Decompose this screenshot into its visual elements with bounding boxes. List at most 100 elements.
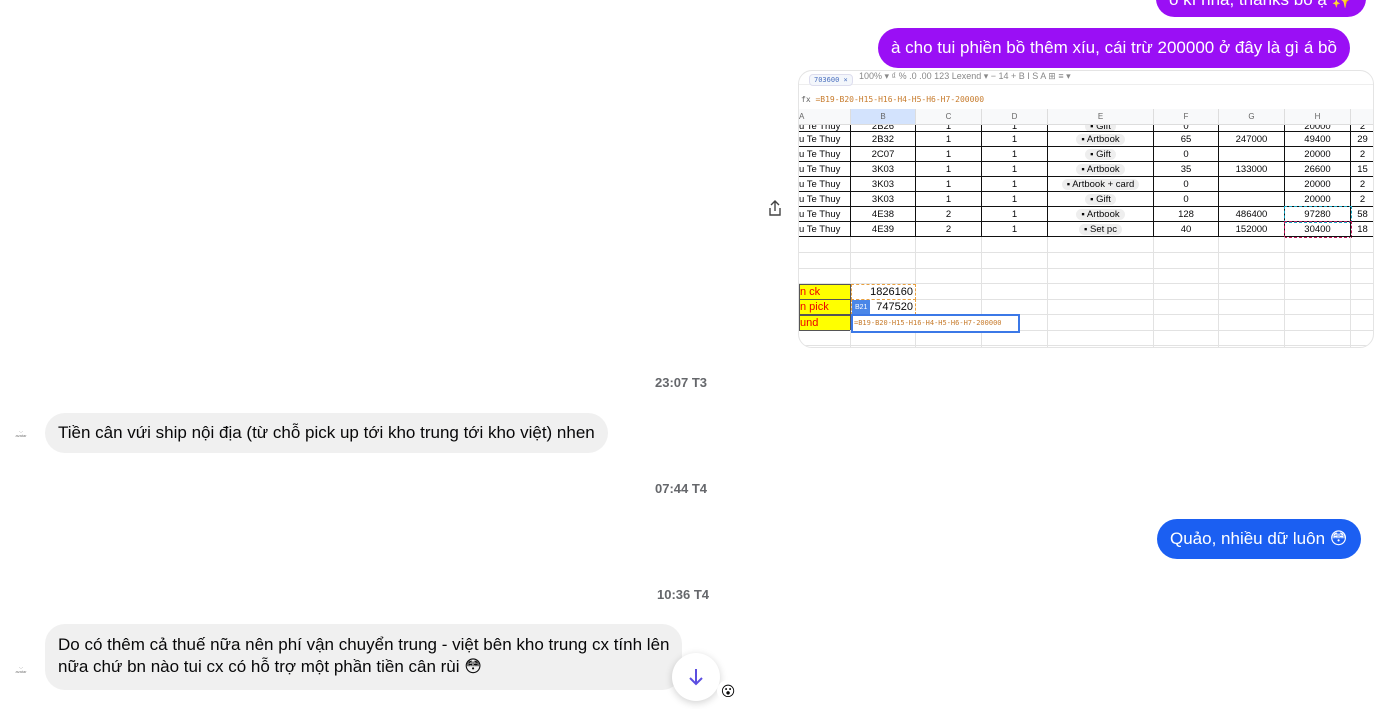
table-cell[interactable] xyxy=(1351,268,1373,284)
table-cell[interactable]: 1 xyxy=(916,162,982,177)
table-cell[interactable]: 1 xyxy=(982,207,1048,222)
table-cell[interactable] xyxy=(1351,330,1373,346)
table-cell[interactable]: 133000 xyxy=(1219,162,1285,177)
table-cell[interactable] xyxy=(1351,346,1373,348)
table-cell[interactable] xyxy=(1154,252,1219,269)
table-cell[interactable] xyxy=(1219,283,1285,300)
table-cell[interactable]: ▪ Artbook xyxy=(1048,207,1154,222)
table-cell[interactable] xyxy=(1285,237,1351,253)
table-cell[interactable]: 2 xyxy=(916,207,982,222)
table-cell[interactable] xyxy=(799,252,851,269)
table-cell[interactable] xyxy=(1154,314,1219,331)
table-cell[interactable] xyxy=(1048,314,1154,331)
scroll-to-bottom-button[interactable] xyxy=(672,653,720,701)
table-cell[interactable] xyxy=(1219,345,1285,347)
table-cell[interactable]: 0 xyxy=(1154,192,1219,207)
column-header[interactable]: F xyxy=(1154,109,1219,124)
table-cell[interactable]: u Te Thuy xyxy=(799,132,851,147)
table-cell[interactable]: 3K03 xyxy=(851,192,916,207)
table-cell[interactable]: 2C07 xyxy=(851,147,916,162)
table-cell[interactable] xyxy=(1219,237,1285,253)
table-cell[interactable] xyxy=(851,252,916,269)
table-cell[interactable] xyxy=(1285,299,1351,315)
table-cell[interactable] xyxy=(1154,283,1219,300)
table-cell[interactable] xyxy=(982,268,1048,284)
table-cell[interactable]: 1826160 xyxy=(851,283,916,300)
table-cell[interactable]: ▪ Artbook xyxy=(1048,132,1154,147)
column-header[interactable]: D xyxy=(982,109,1048,124)
table-cell[interactable]: 26600 xyxy=(1285,162,1351,177)
table-cell[interactable]: u Te Thuy xyxy=(799,207,851,222)
table-cell[interactable]: 4E38 xyxy=(851,207,916,222)
table-cell[interactable]: 2 xyxy=(1351,147,1373,162)
table-cell[interactable] xyxy=(916,345,982,347)
table-cell[interactable] xyxy=(916,252,982,269)
table-cell[interactable]: 1 xyxy=(982,177,1048,192)
table-cell[interactable] xyxy=(1048,345,1154,347)
table-cell[interactable]: 2 xyxy=(1351,125,1373,132)
table-cell[interactable]: 2 xyxy=(1351,192,1373,207)
table-cell[interactable]: ▪ Gift xyxy=(1048,147,1154,162)
table-cell[interactable]: 3K03 xyxy=(851,177,916,192)
table-cell[interactable]: u Te Thuy xyxy=(799,222,851,237)
table-cell[interactable] xyxy=(1048,330,1154,346)
table-cell[interactable]: 65 xyxy=(1154,132,1219,147)
table-cell[interactable]: 20000 xyxy=(1285,125,1351,132)
table-cell[interactable] xyxy=(1285,283,1351,300)
table-cell[interactable] xyxy=(1219,252,1285,269)
table-cell[interactable]: n pick xyxy=(799,299,851,315)
table-cell[interactable] xyxy=(1048,268,1154,284)
table-cell[interactable] xyxy=(799,345,851,347)
table-cell[interactable] xyxy=(1154,330,1219,346)
table-cell[interactable]: 0 xyxy=(1154,125,1219,132)
table-cell[interactable]: 1 xyxy=(916,132,982,147)
table-cell[interactable]: u Te Thuy xyxy=(799,125,851,132)
column-header[interactable]: B xyxy=(851,109,916,124)
table-cell[interactable]: u Te Thuy xyxy=(799,162,851,177)
table-cell[interactable]: 1 xyxy=(982,147,1048,162)
table-cell[interactable]: 128 xyxy=(1154,207,1219,222)
table-cell[interactable]: ▪ Gift xyxy=(1048,125,1154,132)
table-cell[interactable]: 2B26 xyxy=(851,125,916,132)
table-cell[interactable]: 15 xyxy=(1351,162,1373,177)
cell-formula-editor[interactable]: =B19-B20-H15-H16-H4-H5-H6-H7-200000 xyxy=(851,313,1020,333)
table-cell[interactable]: u Te Thuy xyxy=(799,192,851,207)
table-cell[interactable] xyxy=(1219,268,1285,284)
table-cell[interactable]: 20000 xyxy=(1285,147,1351,162)
table-cell[interactable] xyxy=(1351,237,1373,253)
table-cell[interactable]: 247000 xyxy=(1219,132,1285,147)
table-cell[interactable]: 3K03 xyxy=(851,162,916,177)
table-cell[interactable]: 0 xyxy=(1154,177,1219,192)
table-cell[interactable]: 1 xyxy=(982,125,1048,132)
reaction-emoji[interactable]: 😮 xyxy=(717,680,739,702)
table-cell[interactable]: ▪ Artbook + card xyxy=(1048,177,1154,192)
table-cell[interactable] xyxy=(1219,147,1285,162)
table-cell[interactable] xyxy=(1219,330,1285,346)
table-cell[interactable]: 2 xyxy=(916,222,982,237)
table-cell[interactable]: 4E39 xyxy=(851,222,916,237)
table-cell[interactable]: 1 xyxy=(982,192,1048,207)
table-cell[interactable] xyxy=(1219,177,1285,192)
table-cell[interactable] xyxy=(799,237,851,253)
table-cell[interactable]: ▪ Gift xyxy=(1048,192,1154,207)
table-cell[interactable] xyxy=(1048,299,1154,315)
column-header[interactable] xyxy=(1351,109,1373,124)
table-cell[interactable]: u Te Thuy xyxy=(799,177,851,192)
table-cell[interactable]: 49400 xyxy=(1285,132,1351,147)
table-cell[interactable] xyxy=(1285,252,1351,269)
table-cell[interactable] xyxy=(1285,330,1351,346)
table-cell[interactable]: und xyxy=(799,314,851,331)
table-cell[interactable]: ▪ Set pc xyxy=(1048,222,1154,237)
table-cell[interactable] xyxy=(982,237,1048,253)
table-cell[interactable]: 1 xyxy=(982,222,1048,237)
column-header[interactable]: G xyxy=(1219,109,1285,124)
table-cell[interactable]: 1 xyxy=(982,132,1048,147)
table-cell[interactable] xyxy=(1154,268,1219,284)
table-cell[interactable]: 29 xyxy=(1351,132,1373,147)
table-cell[interactable]: 20000 xyxy=(1285,177,1351,192)
table-cell[interactable] xyxy=(1154,345,1219,347)
table-cell[interactable] xyxy=(916,237,982,253)
table-cell[interactable] xyxy=(982,283,1048,300)
column-header[interactable]: E xyxy=(1048,109,1154,124)
table-cell[interactable]: 0 xyxy=(1154,147,1219,162)
